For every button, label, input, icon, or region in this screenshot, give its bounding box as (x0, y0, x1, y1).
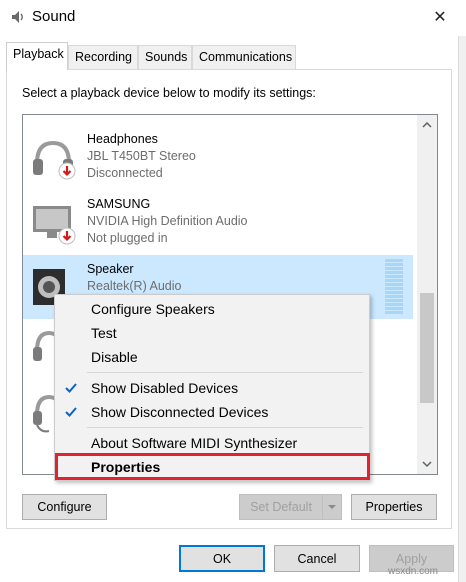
monitor-icon (33, 206, 76, 245)
menu-item-show-disconnected-devices[interactable]: Show Disconnected Devices (56, 400, 368, 424)
context-menu: Configure Speakers Test Disable Show Dis… (54, 294, 370, 481)
chevron-down-icon (328, 505, 336, 509)
device-item-samsung[interactable]: SAMSUNG NVIDIA High Definition Audio Not… (23, 190, 413, 254)
tab-sounds[interactable]: Sounds (138, 45, 192, 69)
device-status: Disconnected (87, 166, 163, 180)
device-status: Not plugged in (87, 231, 168, 245)
configure-button[interactable]: Configure (22, 494, 107, 520)
button-label: OK (212, 551, 232, 566)
scroll-thumb[interactable] (420, 293, 434, 403)
button-label: Properties (365, 500, 423, 514)
close-button[interactable]: ✕ (420, 2, 460, 32)
menu-item-disable[interactable]: Disable (56, 345, 368, 369)
tab-label: Playback (13, 47, 64, 61)
set-default-button[interactable]: Set Default (239, 494, 323, 520)
window-title: Sound (32, 8, 76, 25)
menu-item-label: Show Disabled Devices (91, 380, 239, 396)
ok-button[interactable]: OK (179, 545, 265, 572)
menu-item-label: About Software MIDI Synthesizer (91, 435, 298, 451)
title-bar: Sound ✕ (0, 0, 466, 34)
highlight-box (55, 453, 370, 480)
set-default-dropdown-button[interactable] (322, 494, 342, 520)
menu-separator (87, 427, 363, 428)
watermark: wsxdn.com (388, 566, 439, 577)
background-window-edge (458, 36, 466, 582)
tab-recording[interactable]: Recording (68, 45, 138, 69)
menu-item-test[interactable]: Test (56, 321, 368, 345)
menu-item-show-disabled-devices[interactable]: Show Disabled Devices (56, 376, 368, 400)
device-name: Speaker (87, 262, 134, 276)
menu-item-label: Test (91, 325, 117, 341)
headphones-icon (33, 140, 76, 180)
menu-separator (87, 372, 363, 373)
speaker-app-icon (12, 11, 23, 23)
tab-label: Communications (199, 50, 293, 64)
scroll-down-button[interactable] (417, 454, 437, 474)
tab-playback[interactable]: Playback (6, 42, 68, 70)
cancel-button[interactable]: Cancel (274, 545, 360, 572)
device-description: Realtek(R) Audio (87, 279, 182, 293)
device-description: NVIDIA High Definition Audio (87, 214, 248, 228)
tab-label: Recording (75, 50, 132, 64)
menu-item-label: Show Disconnected Devices (91, 404, 269, 420)
checkmark-icon (65, 407, 77, 417)
device-name: Headphones (87, 132, 158, 146)
device-description: JBL T450BT Stereo (87, 149, 196, 163)
chevron-up-icon (422, 121, 432, 128)
instruction-text: Select a playback device below to modify… (22, 86, 316, 100)
properties-button[interactable]: Properties (351, 494, 437, 520)
button-label: Configure (37, 500, 92, 514)
chevron-down-icon (422, 461, 432, 468)
checkmark-icon (65, 383, 77, 393)
button-label: Apply (395, 551, 428, 566)
tab-communications[interactable]: Communications (192, 45, 296, 69)
tab-label: Sounds (145, 50, 188, 64)
scroll-up-button[interactable] (417, 115, 437, 135)
device-name: SAMSUNG (87, 197, 151, 211)
button-label: Set Default (250, 500, 312, 514)
menu-item-configure-speakers[interactable]: Configure Speakers (56, 297, 368, 321)
volume-level-meter (385, 259, 403, 315)
menu-item-label: Disable (91, 349, 138, 365)
device-list-scrollbar[interactable] (417, 115, 437, 474)
menu-item-about-midi-synthesizer[interactable]: About Software MIDI Synthesizer (56, 431, 368, 455)
device-item-headphones[interactable]: Headphones JBL T450BT Stereo Disconnecte… (23, 125, 413, 189)
close-icon: ✕ (433, 9, 447, 26)
button-label: Cancel (297, 551, 337, 566)
menu-item-label: Configure Speakers (91, 301, 215, 317)
